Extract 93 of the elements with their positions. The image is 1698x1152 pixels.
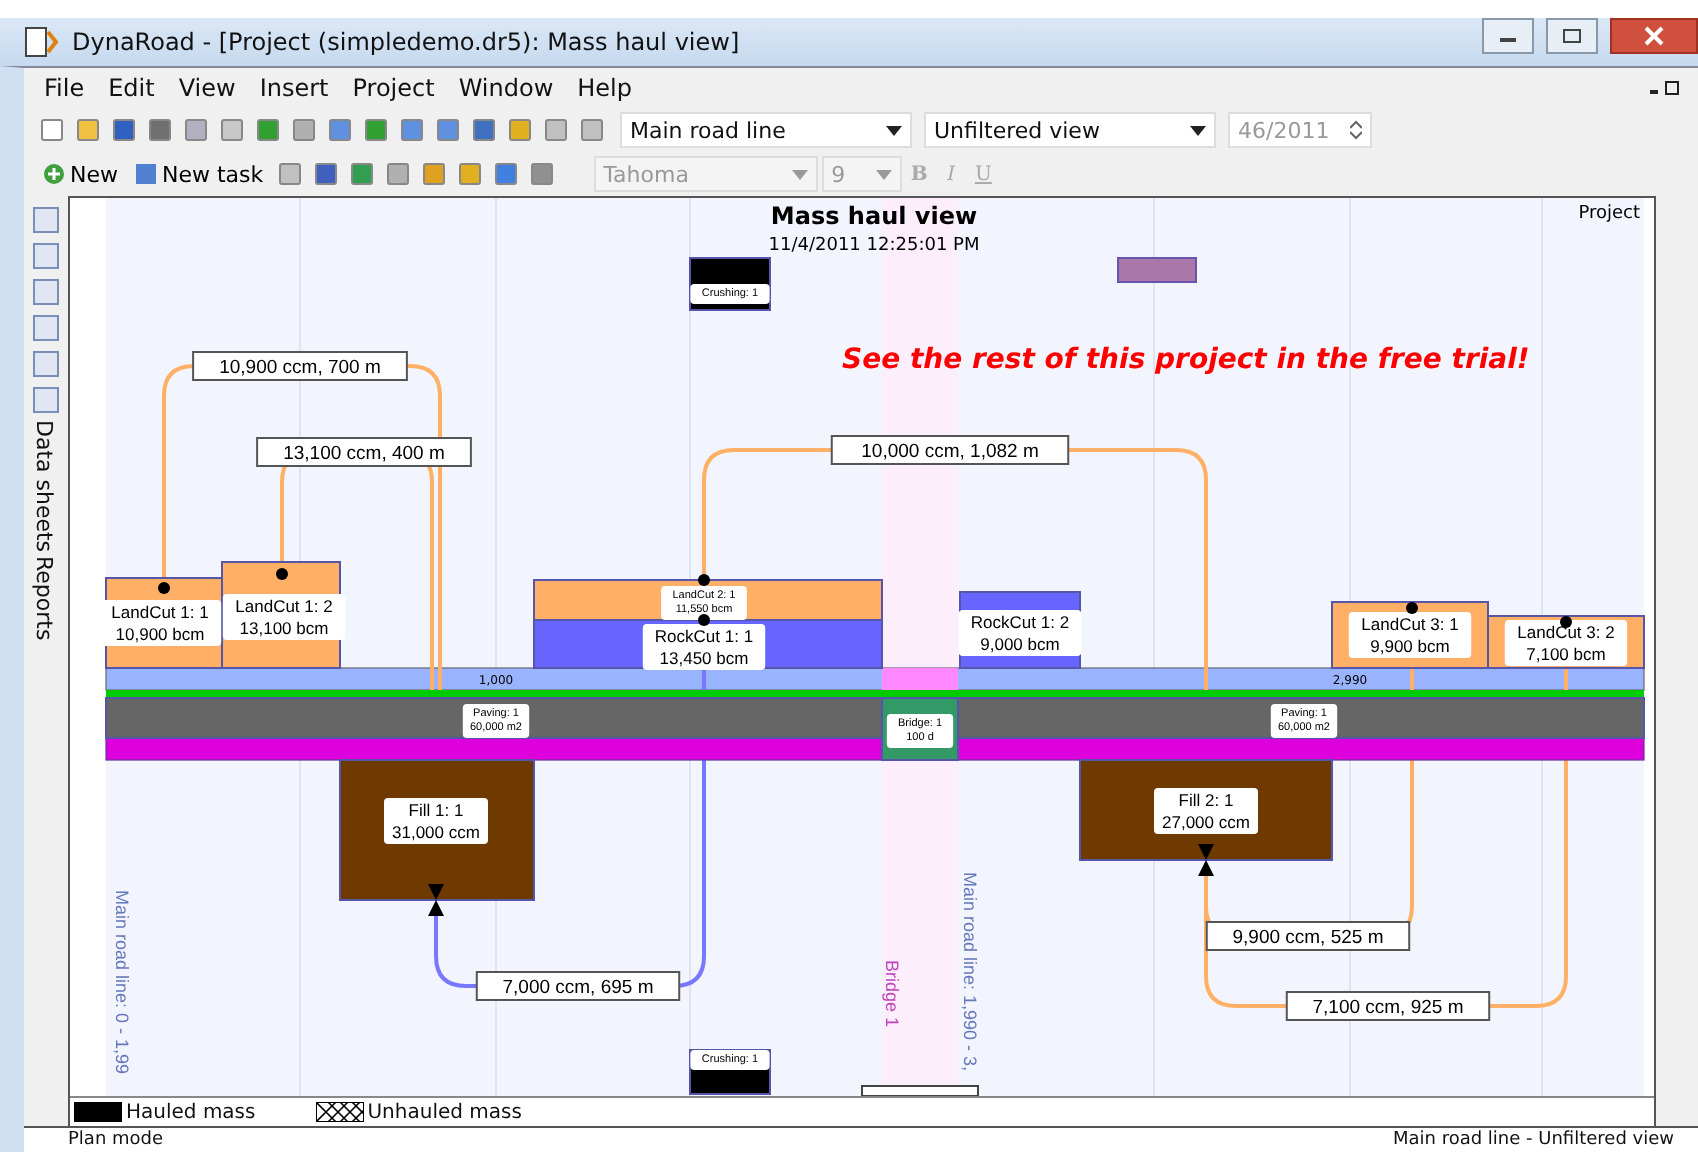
toolbar-icon[interactable] bbox=[309, 158, 342, 190]
haul-label: 10,900 ccm, 700 m bbox=[192, 351, 408, 381]
toolbar-icon[interactable] bbox=[252, 114, 284, 146]
new-task-button[interactable]: New task bbox=[128, 161, 270, 187]
activity-label: Fill 1: 1 31,000 ccm bbox=[384, 798, 488, 844]
section-label: Bridge 1 bbox=[882, 960, 902, 1028]
close-button[interactable] bbox=[1610, 18, 1698, 54]
haul-start-dot bbox=[276, 568, 288, 580]
toolbar-icon[interactable] bbox=[180, 114, 212, 146]
legend-label: Unhauled mass bbox=[367, 1101, 522, 1123]
toolbar-icon[interactable] bbox=[144, 114, 176, 146]
menu-item[interactable]: File bbox=[44, 74, 85, 102]
toolbar-icon[interactable] bbox=[576, 114, 608, 146]
status-view: Main road line - Unfiltered view bbox=[1392, 1130, 1674, 1150]
status-mode: Plan mode bbox=[68, 1130, 164, 1150]
side-tab[interactable]: Reports bbox=[32, 556, 60, 641]
haul-end-icon bbox=[1198, 844, 1214, 876]
task-icon bbox=[134, 162, 158, 186]
haul-label: 7,100 ccm, 925 m bbox=[1285, 991, 1491, 1021]
activity-label: Fill 2: 1 27,000 ccm bbox=[1154, 788, 1258, 834]
section-label: Main road line: 0 - 1,99 bbox=[112, 890, 132, 1075]
toolbar-icon[interactable] bbox=[381, 158, 414, 190]
toolbar-icon[interactable] bbox=[324, 114, 356, 146]
sidebar-icon[interactable] bbox=[30, 384, 62, 416]
activity-label: LandCut 3: 1 9,900 bcm bbox=[1348, 612, 1472, 658]
menu-item[interactable]: Help bbox=[577, 74, 632, 102]
app-logo-icon bbox=[24, 26, 60, 58]
toolbar-icon[interactable] bbox=[468, 114, 500, 146]
menu-item[interactable]: Window bbox=[458, 74, 554, 102]
dropdown-arrow-icon bbox=[875, 169, 892, 179]
sidebar-icon[interactable] bbox=[30, 204, 62, 236]
sidebar-icon[interactable] bbox=[30, 240, 62, 272]
menu-item[interactable]: Project bbox=[352, 74, 435, 102]
haul-label: 7,000 ccm, 695 m bbox=[475, 971, 681, 1001]
menu-item[interactable]: Insert bbox=[259, 74, 329, 102]
toolbar-icon[interactable] bbox=[432, 114, 464, 146]
haul-start-dot bbox=[1560, 616, 1572, 628]
haul-start-dot bbox=[698, 614, 710, 626]
sidebar-icon[interactable] bbox=[30, 276, 62, 308]
add-icon bbox=[42, 162, 66, 186]
activity-label: LandCut 3: 2 7,100 bcm bbox=[1504, 620, 1628, 666]
maximize-icon bbox=[1562, 28, 1582, 44]
dropdown-arrow-icon bbox=[1190, 125, 1206, 135]
haul-label: 9,900 ccm, 525 m bbox=[1205, 921, 1411, 951]
section-label: Main road line: 1,990 - 3, bbox=[960, 872, 980, 1072]
window-title: DynaRoad - [Project (simpledemo.dr5): Mass haul view] bbox=[72, 28, 740, 56]
toolbar-icon[interactable] bbox=[36, 114, 68, 146]
dropdown-arrow-icon bbox=[886, 125, 902, 135]
toolbar-icon[interactable] bbox=[504, 114, 536, 146]
toolbar-icon[interactable] bbox=[288, 114, 320, 146]
legend-label: Hauled mass bbox=[126, 1101, 256, 1123]
toolbar-icon[interactable] bbox=[360, 114, 392, 146]
view-timestamp: 11/4/2011 12:25:01 PM bbox=[768, 236, 980, 256]
toolbar-icon[interactable] bbox=[417, 158, 450, 190]
close-icon bbox=[1642, 26, 1666, 46]
toolbar-icon[interactable] bbox=[216, 114, 248, 146]
maximize-button[interactable] bbox=[1546, 18, 1598, 54]
view-title: Mass haul view bbox=[770, 202, 978, 230]
promo-text: See the rest of this project in the free trial! bbox=[842, 344, 1530, 376]
view-filter-dropdown[interactable]: Unfiltered view bbox=[924, 112, 1216, 148]
toolbar-icon[interactable] bbox=[489, 158, 522, 190]
menu-item[interactable]: View bbox=[178, 74, 236, 102]
menu-item[interactable]: Edit bbox=[108, 74, 155, 102]
new-button[interactable]: New bbox=[36, 161, 124, 187]
scope-label: Project bbox=[1578, 204, 1640, 224]
toolbar-icon[interactable] bbox=[273, 158, 306, 190]
sidebar-icon[interactable] bbox=[30, 348, 62, 380]
toolbar-icon[interactable] bbox=[540, 114, 572, 146]
activity-label: RockCut 1: 1 13,450 bcm bbox=[642, 624, 766, 670]
activity-block bbox=[1117, 257, 1197, 283]
dropdown-arrow-icon bbox=[791, 169, 808, 179]
road-line-dropdown[interactable]: Main road line bbox=[620, 112, 912, 148]
toolbar-icon[interactable] bbox=[108, 114, 140, 146]
solid-swatch-icon bbox=[74, 1102, 122, 1122]
activity-label: RockCut 1: 2 9,000 bcm bbox=[958, 610, 1082, 656]
haul-start-dot bbox=[158, 582, 170, 594]
toolbar-icon[interactable] bbox=[345, 158, 378, 190]
haul-start-dot bbox=[1406, 602, 1418, 614]
haul-start-dot bbox=[698, 574, 710, 586]
haul-label: 13,100 ccm, 400 m bbox=[256, 437, 472, 467]
bridge-segment bbox=[882, 668, 958, 690]
activity-block bbox=[861, 1085, 979, 1096]
spinner-arrows-icon bbox=[1350, 120, 1362, 140]
haul-label: 10,000 ccm, 1,082 m bbox=[830, 435, 1070, 465]
side-tab[interactable]: Data sheets bbox=[32, 420, 60, 553]
toolbar-icon[interactable] bbox=[453, 158, 486, 190]
toolbar-icon[interactable] bbox=[525, 158, 558, 190]
haul-end-icon bbox=[428, 884, 444, 916]
toolbar-icon[interactable] bbox=[72, 114, 104, 146]
sidebar-icon[interactable] bbox=[30, 312, 62, 344]
toolbar-icon[interactable] bbox=[396, 114, 428, 146]
minimize-button[interactable] bbox=[1482, 18, 1534, 54]
activity-label: LandCut 1: 2 13,100 bcm bbox=[222, 594, 346, 640]
